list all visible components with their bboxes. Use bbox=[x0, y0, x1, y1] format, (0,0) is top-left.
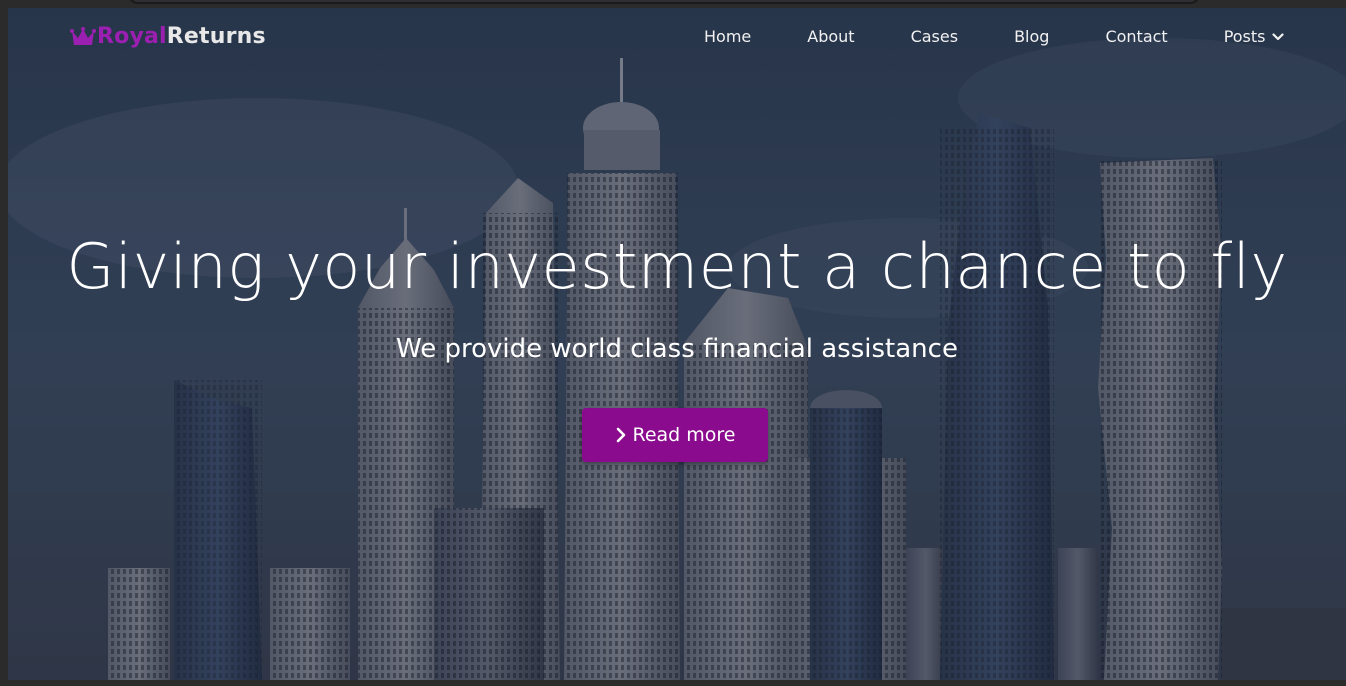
read-more-label: Read more bbox=[632, 424, 736, 446]
nav-menu: Home About Cases Blog Contact Posts bbox=[704, 27, 1284, 46]
window-edge bbox=[128, 0, 1200, 4]
brand-name-returns: Returns bbox=[166, 24, 266, 49]
hero-headline: Giving your investment a chance to fly bbox=[66, 230, 1288, 303]
read-more-button[interactable]: Read more bbox=[582, 408, 768, 462]
nav-item-posts[interactable]: Posts bbox=[1224, 27, 1284, 46]
hero-subheadline: We provide world class financial assista… bbox=[396, 334, 958, 364]
chevron-right-icon bbox=[616, 427, 625, 443]
nav-item-cases[interactable]: Cases bbox=[911, 27, 959, 46]
chevron-down-icon bbox=[1271, 32, 1284, 40]
browser-frame: Royal Returns Home About Cases Blog Conta… bbox=[0, 0, 1346, 686]
nav-item-posts-label: Posts bbox=[1223, 27, 1266, 46]
crown-icon bbox=[70, 26, 96, 45]
hero-section: Royal Returns Home About Cases Blog Conta… bbox=[8, 8, 1346, 680]
nav-item-home[interactable]: Home bbox=[704, 27, 751, 46]
nav-item-about[interactable]: About bbox=[807, 27, 854, 46]
navbar: Royal Returns Home About Cases Blog Conta… bbox=[8, 8, 1346, 70]
brand-name-royal: Royal bbox=[97, 24, 167, 49]
brand-logo[interactable]: Royal Returns bbox=[70, 24, 266, 49]
nav-item-contact[interactable]: Contact bbox=[1105, 27, 1167, 46]
nav-item-blog[interactable]: Blog bbox=[1014, 27, 1049, 46]
